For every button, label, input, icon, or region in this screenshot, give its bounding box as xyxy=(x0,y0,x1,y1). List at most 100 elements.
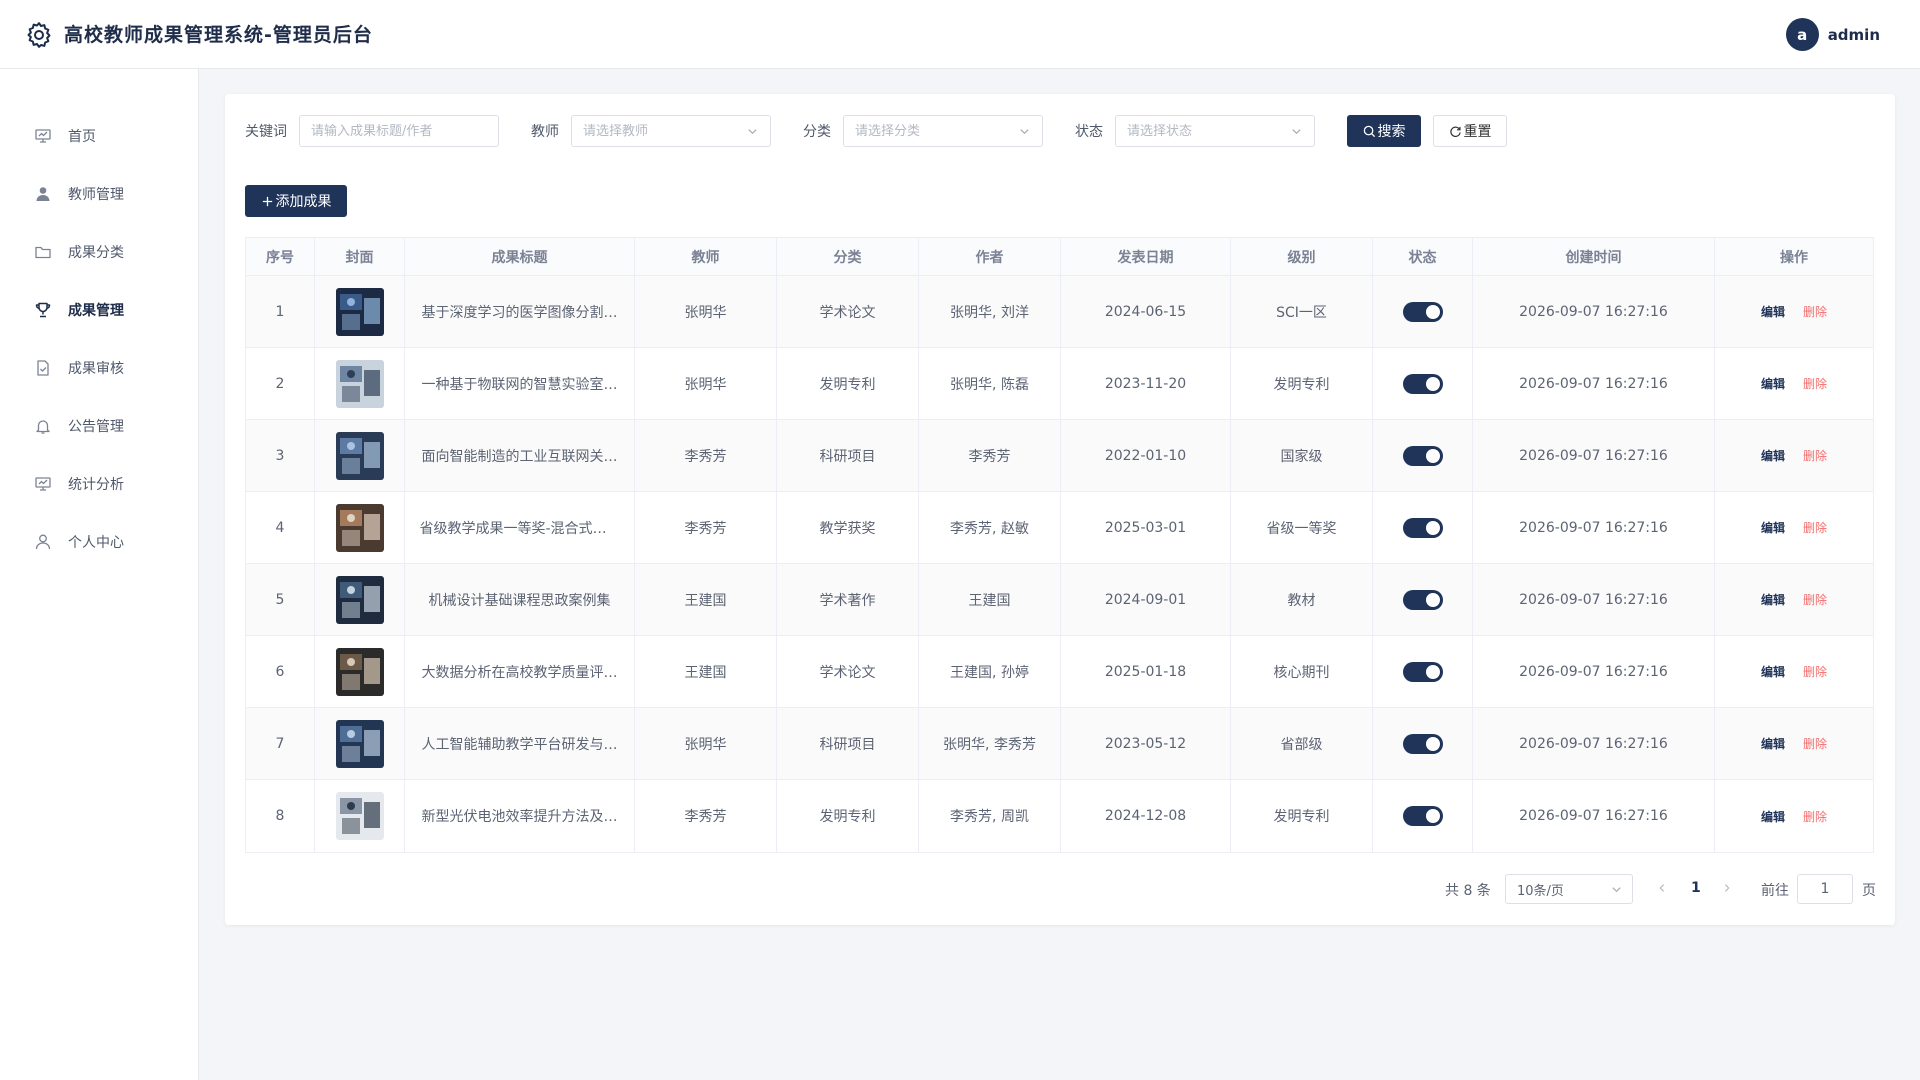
status-toggle[interactable] xyxy=(1402,589,1443,610)
edit-button[interactable]: 编辑 xyxy=(1761,591,1785,608)
created-time: 2026-09-07 16:27:16 xyxy=(1519,303,1668,320)
table-cell xyxy=(1373,564,1473,635)
category-select-input[interactable] xyxy=(855,123,1042,139)
delete-button[interactable]: 删除 xyxy=(1803,447,1827,464)
next-page-button[interactable] xyxy=(1721,880,1733,896)
achievement-title: 人工智能辅助教学平台研发与… xyxy=(421,736,618,753)
delete-button[interactable]: 删除 xyxy=(1803,375,1827,392)
table-cell: SCI一区 xyxy=(1231,276,1373,347)
edit-button[interactable]: 编辑 xyxy=(1761,375,1785,392)
sidebar-item-statistics[interactable]: 统计分析 xyxy=(0,464,199,504)
table-row: 4 省级教学成果一等奖-混合式教… 李秀芳 教学获奖 李秀芳, 赵敏 2025-03-01… xyxy=(246,492,1873,564)
teacher-select-input[interactable] xyxy=(583,123,770,139)
sidebar-item-profile[interactable]: 个人中心 xyxy=(0,522,199,562)
search-button[interactable]: 搜索 xyxy=(1347,115,1421,147)
cover-thumbnail[interactable] xyxy=(335,431,384,480)
reset-button[interactable]: 重置 xyxy=(1433,115,1507,147)
status-toggle[interactable] xyxy=(1402,733,1443,754)
delete-button[interactable]: 删除 xyxy=(1803,591,1827,608)
created-time: 2026-09-07 16:27:16 xyxy=(1519,808,1668,824)
sidebar-item-categories[interactable]: 成果分类 xyxy=(0,232,199,272)
table-cell: 2 xyxy=(246,348,315,419)
delete-button[interactable]: 删除 xyxy=(1803,735,1827,752)
cover-thumbnail[interactable] xyxy=(335,647,384,696)
edit-button[interactable]: 编辑 xyxy=(1761,519,1785,536)
status-toggle[interactable] xyxy=(1402,661,1443,682)
cover-thumbnail[interactable] xyxy=(335,575,384,624)
status-toggle[interactable] xyxy=(1402,517,1443,538)
category-name: 发明专利 xyxy=(819,809,876,825)
keyword-input[interactable] xyxy=(311,123,498,139)
table-cell xyxy=(315,420,405,491)
table-cell: 教材 xyxy=(1231,564,1373,635)
edit-button[interactable]: 编辑 xyxy=(1761,303,1785,320)
status-select-input[interactable] xyxy=(1127,123,1314,139)
edit-button[interactable]: 编辑 xyxy=(1761,808,1785,825)
goto-page-input[interactable] xyxy=(1798,881,1852,897)
status-toggle[interactable] xyxy=(1402,445,1443,466)
row-number: 3 xyxy=(275,447,285,464)
status-toggle[interactable] xyxy=(1402,373,1443,394)
table-cell: 科研项目 xyxy=(777,420,919,491)
table-cell: 教学获奖 xyxy=(777,492,919,563)
table-cell: 核心期刊 xyxy=(1231,636,1373,707)
sidebar-item-notices[interactable]: 公告管理 xyxy=(0,406,199,446)
page-number[interactable]: 1 xyxy=(1691,880,1701,896)
add-achievement-button[interactable]: 添加成果 xyxy=(245,185,347,217)
cover-thumbnail[interactable] xyxy=(335,287,384,336)
cover-thumbnail[interactable] xyxy=(335,792,384,840)
category-label: 分类 xyxy=(803,124,831,140)
delete-button[interactable]: 删除 xyxy=(1803,303,1827,320)
sidebar-item-achievements[interactable]: 成果管理 xyxy=(0,290,199,330)
table-cell xyxy=(315,492,405,563)
presentation-icon xyxy=(34,127,52,145)
teacher-name: 李秀芳 xyxy=(684,809,727,825)
delete-button[interactable]: 删除 xyxy=(1803,808,1827,825)
cover-thumbnail[interactable] xyxy=(335,359,384,408)
table-cell: 7 xyxy=(246,708,315,779)
avatar[interactable]: a xyxy=(1785,18,1819,51)
table-cell: 2022-01-10 xyxy=(1061,420,1231,491)
publish-date: 2024-06-15 xyxy=(1104,303,1187,320)
edit-button[interactable]: 编辑 xyxy=(1761,663,1785,680)
sidebar-item-label: 首页 xyxy=(68,129,96,145)
achievement-title: 基于深度学习的医学图像分割… xyxy=(421,304,618,321)
teacher-select[interactable] xyxy=(571,115,771,147)
sidebar-item-teachers[interactable]: 教师管理 xyxy=(0,174,199,214)
goto-page-input-wrap[interactable] xyxy=(1797,874,1853,904)
reset-button-label: 重置 xyxy=(1463,124,1492,140)
username[interactable]: admin xyxy=(1828,26,1880,44)
teacher-name: 李秀芳 xyxy=(684,520,727,537)
level: 省部级 xyxy=(1280,736,1323,753)
table-cell xyxy=(315,276,405,347)
delete-button[interactable]: 删除 xyxy=(1803,663,1827,680)
table-cell: 科研项目 xyxy=(777,708,919,779)
col-header: 创建时间 xyxy=(1473,238,1715,275)
table-cell: 学术论文 xyxy=(777,636,919,707)
prev-page-button[interactable] xyxy=(1656,880,1668,896)
status-select[interactable] xyxy=(1115,115,1315,147)
keyword-input-wrap[interactable] xyxy=(299,115,499,147)
table-cell: 1 xyxy=(246,276,315,347)
category-select[interactable] xyxy=(843,115,1043,147)
delete-button[interactable]: 删除 xyxy=(1803,519,1827,536)
status-toggle[interactable] xyxy=(1402,301,1443,322)
col-header: 序号 xyxy=(246,238,315,275)
cover-thumbnail[interactable] xyxy=(335,719,384,768)
sidebar-item-home[interactable]: 首页 xyxy=(0,116,199,156)
teacher-name: 张明华 xyxy=(684,736,727,753)
page-size-select[interactable]: 10条/页 xyxy=(1505,874,1633,904)
sidebar-item-review[interactable]: 成果审核 xyxy=(0,348,199,388)
teacher-label: 教师 xyxy=(531,124,559,140)
table-cell: 国家级 xyxy=(1231,420,1373,491)
edit-button[interactable]: 编辑 xyxy=(1761,447,1785,464)
user-menu[interactable]: a admin xyxy=(1785,18,1880,51)
cover-thumbnail[interactable] xyxy=(335,503,384,552)
table-cell: 李秀芳, 赵敏 xyxy=(919,492,1061,563)
edit-button[interactable]: 编辑 xyxy=(1761,735,1785,752)
table-cell: 李秀芳, 周凯 xyxy=(919,780,1061,852)
status-toggle[interactable] xyxy=(1402,806,1443,826)
table-cell xyxy=(1373,492,1473,563)
chevron-right-icon xyxy=(1724,884,1730,892)
table-cell: 6 xyxy=(246,636,315,707)
